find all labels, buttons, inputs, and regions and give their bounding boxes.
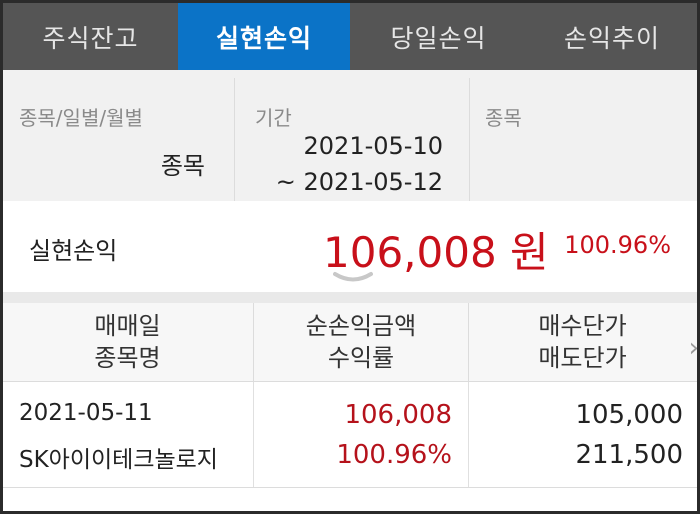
period-selector[interactable]: 기간 2021-05-10 ~ 2021-05-12 (234, 78, 470, 201)
cell-prices: 105,000 211,500 (468, 382, 697, 487)
header-profit-rate: 순손익금액 수익률 (253, 303, 469, 381)
header-prices: 매수단가 매도단가 (468, 303, 697, 381)
table-header: 매매일 종목명 순손익금액 수익률 매수단가 매도단가 (3, 303, 697, 382)
header-return-rate: 수익률 (327, 344, 395, 372)
stock-selector[interactable]: 종목 (469, 78, 697, 201)
view-type-selector[interactable]: 종목/일별/월별 종목 (3, 78, 233, 201)
summary-rate: 100.96% (564, 231, 671, 259)
period-to: ~ 2021-05-12 (275, 168, 443, 196)
stock-name: SK아이이테크놀로지 (19, 447, 218, 473)
chevron-right-icon[interactable]: › (689, 333, 697, 363)
cell-date-name: 2021-05-11 SK아이이테크놀로지 (3, 382, 252, 487)
return-rate: 100.96% (336, 440, 452, 470)
view-type-value: 종목 (160, 152, 205, 180)
tab-stock-balance[interactable]: 주식잔고 (3, 3, 178, 70)
stock-label: 종목 (485, 106, 522, 130)
header-buy-price: 매수단가 (538, 312, 627, 340)
realized-pnl-summary: 실현손익 106,008 원 100.96% (3, 201, 697, 292)
summary-label: 실현손익 (29, 237, 118, 265)
header-stock-name: 종목명 (94, 344, 161, 372)
divider (3, 292, 697, 303)
table-row[interactable]: 2021-05-11 SK아이이테크놀로지 106,008 100.96% 10… (3, 382, 697, 488)
tab-pnl-trend[interactable]: 손익추이 (527, 3, 697, 70)
trade-date: 2021-05-11 (19, 400, 153, 426)
period-range: 2021-05-10 ~ 2021-05-12 (276, 128, 443, 200)
view-type-label: 종목/일별/월별 (19, 106, 143, 130)
buy-price: 105,000 (575, 400, 683, 430)
net-profit: 106,008 (344, 400, 452, 430)
filter-panel: 종목/일별/월별 종목 기간 2021-05-10 ~ 2021-05-12 종… (3, 70, 697, 202)
period-from: 2021-05-10 (303, 132, 443, 160)
header-date-name: 매매일 종목명 (3, 303, 252, 381)
app-screen: 주식잔고 실현손익 당일손익 손익추이 종목/일별/월별 종목 기간 2021-… (3, 3, 697, 511)
sell-price: 211,500 (575, 440, 683, 470)
chevron-down-icon[interactable] (333, 271, 373, 285)
period-label: 기간 (255, 106, 292, 130)
tab-realized-pnl[interactable]: 실현손익 (178, 3, 350, 70)
header-trade-date: 매매일 (94, 312, 161, 340)
cell-profit-rate: 106,008 100.96% (253, 382, 469, 487)
header-net-profit: 순손익금액 (305, 312, 417, 340)
tab-daily-pnl[interactable]: 당일손익 (350, 3, 527, 70)
tab-bar: 주식잔고 실현손익 당일손익 손익추이 (3, 3, 697, 70)
header-sell-price: 매도단가 (538, 344, 627, 372)
